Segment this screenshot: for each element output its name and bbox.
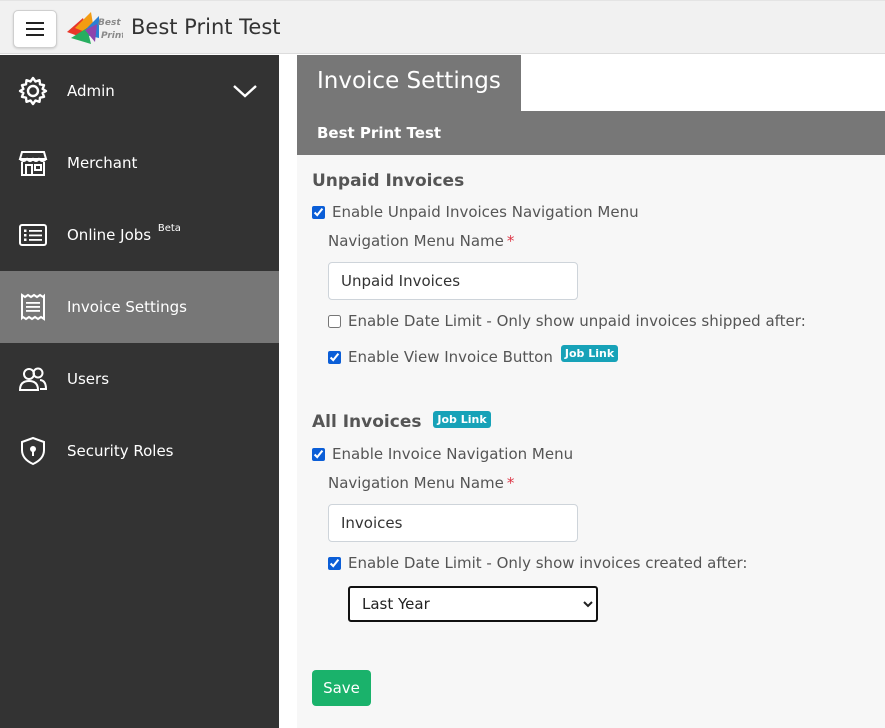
required-mark: * <box>506 474 515 492</box>
hamburger-icon <box>26 22 44 24</box>
all-invoices-title: All Invoices <box>312 412 422 432</box>
page-title: Invoice Settings <box>297 55 521 111</box>
sidebar-item-label: Users <box>67 370 110 388</box>
enable-unpaid-nav-checkbox[interactable] <box>312 205 325 219</box>
enable-invoice-nav-label: Enable Invoice Navigation Menu <box>332 445 574 463</box>
main-content: Invoice Settings Best Print Test Unpaid … <box>297 55 885 728</box>
sidebar-item-admin[interactable]: Admin <box>0 55 279 127</box>
view-invoice-button-label: Enable View Invoice Button <box>348 348 553 366</box>
job-link-badge: Job Link <box>433 411 491 428</box>
invoice-icon <box>18 292 48 322</box>
sidebar-item-invoice-settings[interactable]: Invoice Settings <box>0 271 279 343</box>
enable-invoice-nav-row[interactable]: Enable Invoice Navigation Menu <box>312 445 573 463</box>
sidebar-item-label-text: Online Jobs <box>67 226 152 244</box>
app-title: Best Print Test <box>131 15 281 39</box>
sidebar-item-label: Online Jobs Beta <box>67 223 181 244</box>
chevron-down-icon[interactable] <box>232 83 258 99</box>
users-icon <box>18 364 48 394</box>
invoice-date-limit-label: Enable Date Limit - Only show invoices c… <box>348 554 748 572</box>
company-subheader: Best Print Test <box>297 111 885 155</box>
sidebar: Admin Merchant Online Jobs Beta Invoice … <box>0 55 279 728</box>
store-icon <box>18 148 48 178</box>
unpaid-menu-name-input[interactable] <box>328 262 578 300</box>
invoice-menu-name-label: Navigation Menu Name * <box>328 474 514 492</box>
sidebar-item-security-roles[interactable]: Security Roles <box>0 415 279 487</box>
save-button[interactable]: Save <box>312 670 371 706</box>
shield-icon <box>18 436 48 466</box>
unpaid-date-limit-label: Enable Date Limit - Only show unpaid inv… <box>348 312 806 330</box>
required-mark: * <box>506 232 515 250</box>
sidebar-item-merchant[interactable]: Merchant <box>0 127 279 199</box>
hamburger-icon-line <box>26 28 44 30</box>
all-invoices-heading: All Invoices Job Link <box>312 411 491 432</box>
enable-unpaid-nav-row[interactable]: Enable Unpaid Invoices Navigation Menu <box>312 203 639 221</box>
view-invoice-button-checkbox[interactable] <box>328 350 341 364</box>
unpaid-menu-name-label: Navigation Menu Name * <box>328 232 514 250</box>
menu-toggle-button[interactable] <box>13 10 57 48</box>
sidebar-item-label: Admin <box>67 82 115 100</box>
unpaid-menu-name-label-text: Navigation Menu Name <box>328 232 504 250</box>
enable-unpaid-nav-label: Enable Unpaid Invoices Navigation Menu <box>332 203 639 221</box>
sidebar-item-label: Merchant <box>67 154 138 172</box>
gear-icon <box>18 76 48 106</box>
unpaid-date-limit-row[interactable]: Enable Date Limit - Only show unpaid inv… <box>328 312 806 330</box>
invoice-menu-name-label-text: Navigation Menu Name <box>328 474 504 492</box>
job-link-badge: Job Link <box>560 344 619 362</box>
sidebar-item-label: Invoice Settings <box>67 298 187 316</box>
hamburger-icon-line <box>26 34 44 36</box>
invoice-date-limit-checkbox[interactable] <box>328 556 341 570</box>
enable-invoice-nav-checkbox[interactable] <box>312 447 325 461</box>
sidebar-item-online-jobs[interactable]: Online Jobs Beta <box>0 199 279 271</box>
svg-text:Best: Best <box>98 18 121 28</box>
list-icon <box>18 220 48 250</box>
invoice-menu-name-input[interactable] <box>328 504 578 542</box>
unpaid-invoices-heading: Unpaid Invoices <box>312 171 465 191</box>
invoice-date-limit-row[interactable]: Enable Date Limit - Only show invoices c… <box>328 554 747 572</box>
date-limit-select[interactable]: Last Year <box>348 586 598 622</box>
svg-text:Print: Print <box>101 31 123 41</box>
beta-label: Beta <box>157 223 181 234</box>
sidebar-item-users[interactable]: Users <box>0 343 279 415</box>
top-bar: Best Print Best Print Test <box>0 0 885 54</box>
settings-form: Unpaid Invoices Enable Unpaid Invoices N… <box>297 155 885 728</box>
unpaid-date-limit-checkbox[interactable] <box>328 314 341 328</box>
sidebar-item-label: Security Roles <box>67 442 174 460</box>
best-print-logo: Best Print <box>67 12 123 44</box>
view-invoice-button-row[interactable]: Enable View Invoice Button Job Link <box>328 344 619 366</box>
